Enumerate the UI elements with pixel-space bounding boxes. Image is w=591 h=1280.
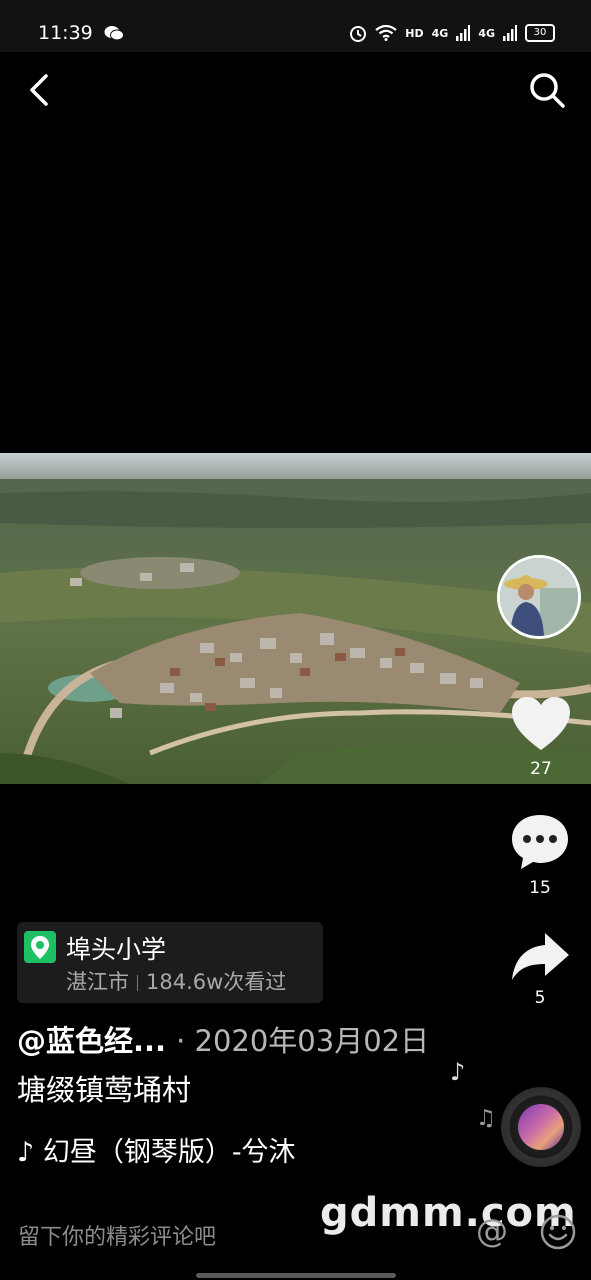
wifi-icon <box>375 25 397 41</box>
music-note-icon-2: ♫ <box>476 1106 496 1131</box>
location-views: 184.6w次看过 <box>146 970 287 994</box>
location-title: 埠头小学 <box>66 935 167 964</box>
share-count: 5 <box>534 988 546 1008</box>
author-line: @蓝色经... · 2020年03月02日 <box>17 1018 429 1060</box>
location-subtitle: 湛江市 184.6w次看过 <box>66 966 286 996</box>
hd-label: HD <box>405 26 424 40</box>
status-bar: 11:39 HD 4G 4G 30 <box>0 0 591 52</box>
signal-1-icon <box>456 25 471 41</box>
like-action[interactable]: 27 <box>506 695 576 779</box>
status-icons: HD 4G 4G 30 <box>349 24 555 42</box>
music-note-icon: ♪ <box>450 1058 466 1086</box>
alarm-icon <box>350 26 367 42</box>
back-button[interactable] <box>22 70 58 110</box>
status-time: 11:39 <box>38 22 93 44</box>
music-disc[interactable] <box>501 1087 581 1167</box>
watermark: gdmm.com <box>320 1190 577 1236</box>
music-title[interactable]: ♪ 幻昼（钢琴版）-兮沐 <box>17 1130 317 1169</box>
search-button[interactable] <box>527 70 567 110</box>
like-count: 27 <box>530 759 552 779</box>
signal-4g-2-label: 4G <box>478 26 495 40</box>
location-card[interactable]: 埠头小学 湛江市 184.6w次看过 <box>17 922 323 1003</box>
home-indicator[interactable] <box>196 1273 396 1278</box>
battery-indicator: 30 <box>525 24 555 42</box>
video-caption: 塘缀镇莺埇村 <box>17 1073 192 1107</box>
share-action[interactable]: 5 <box>505 930 575 1008</box>
heart-icon <box>512 697 570 750</box>
emoji-icon[interactable] <box>540 1214 576 1250</box>
location-separator <box>137 975 138 991</box>
wechat-icon <box>104 26 124 41</box>
avatar-image <box>500 558 578 636</box>
comment-count: 15 <box>529 878 551 898</box>
signal-2-icon <box>503 25 517 41</box>
author-handle[interactable]: @蓝色经... <box>17 1024 166 1058</box>
post-date: · 2020年03月02日 <box>176 1024 430 1058</box>
share-icon <box>512 933 569 980</box>
mention-icon[interactable]: @ <box>476 1214 510 1248</box>
signal-4g-1-label: 4G <box>431 26 449 40</box>
comment-input[interactable]: 留下你的精彩评论吧 <box>18 1219 216 1251</box>
comment-icon <box>512 815 568 869</box>
location-pin-icon <box>24 931 56 963</box>
location-city: 湛江市 <box>66 970 129 994</box>
author-avatar[interactable] <box>497 555 581 639</box>
music-cover-image <box>518 1104 564 1150</box>
comment-action[interactable]: 15 <box>505 812 575 898</box>
